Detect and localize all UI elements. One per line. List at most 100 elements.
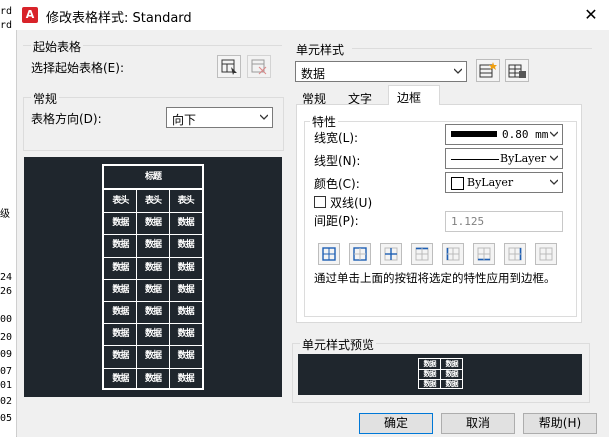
top-border-button[interactable] [411,243,433,265]
cell-preview-glyph: 数据 [445,359,459,368]
strip-text: 26 [0,286,13,297]
double-line-checkbox[interactable] [314,196,326,208]
new-cell-style-button[interactable] [476,59,500,82]
double-line-label: 双线(U) [330,196,373,210]
cancel-label: 取消 [465,416,490,430]
tab-borders-label: 边框 [397,91,422,105]
preview-data-cell: 数据 [144,373,162,384]
window-title: 修改表格样式: Standard [46,11,192,26]
chevron-down-icon [550,179,558,185]
preview-data-cell: 数据 [177,329,195,340]
right-border-icon [508,247,522,261]
preview-data-cell: 数据 [177,240,195,251]
preview-header-cell: 表头 [112,196,129,206]
title-bar[interactable]: A 修改表格样式: Standard ✕ [16,0,609,30]
preview-data-cell: 数据 [144,351,162,362]
cancel-button[interactable]: 取消 [441,413,515,434]
select-table-button[interactable] [217,55,241,78]
left-border-icon [446,247,460,261]
strip-text: 01 [0,380,13,391]
preview-data-cell: 数据 [112,240,129,251]
bottom-border-button[interactable] [473,243,495,265]
preview-header-cell: 表头 [177,196,195,206]
outside-borders-button[interactable] [349,243,371,265]
preview-data-cell: 数据 [144,329,162,340]
preview-table: 标题 表头 表头 表头 数据 数据 数据 数据 数据 数据 数据 数据 数据 数据 数据 数据 数据 数据 数据 数据… [102,164,204,390]
properties-heading: 特性 [310,113,339,130]
borders-tab-panel: 特性 线宽(L): 0.80 mm 线型(N): ByLayer 颜色(C): … [296,104,582,323]
remove-table-icon [251,59,267,75]
select-table-icon [221,59,237,75]
preview-data-cell: 数据 [177,351,195,362]
preview-data-cell: 数据 [144,240,162,251]
strip-text: rd [0,6,13,17]
no-border-icon [539,247,553,261]
linetype-label: 线型(N): [314,154,361,168]
lineweight-select[interactable]: 0.80 mm [445,124,563,145]
tab-borders[interactable]: 边框 [388,85,440,105]
color-select[interactable]: ByLayer [445,172,563,193]
chevron-down-icon [260,114,268,120]
cell-style-value: 数据 [301,67,326,81]
remove-table-button[interactable] [247,55,271,78]
strip-top: rd rd [0,0,16,31]
right-border-button[interactable] [504,243,526,265]
cell-style-select[interactable]: 数据 [295,61,467,82]
preview-col-divider [136,188,138,388]
general-heading: 常规 [31,90,60,107]
lineweight-label: 线宽(L): [314,131,359,145]
direction-select[interactable]: 向下 [166,107,273,128]
inside-borders-icon [384,247,398,261]
preview-data-cell: 数据 [112,329,129,340]
preview-header-cell: 表头 [144,196,162,206]
preview-data-cell: 数据 [177,218,195,229]
manage-cell-styles-button[interactable] [505,59,529,82]
strip-text: 07 [0,366,13,377]
preview-data-cell: 数据 [177,307,195,317]
all-borders-button[interactable] [318,243,340,265]
preview-data-cell: 数据 [144,218,162,229]
cell-style-divider [352,48,592,49]
cell-preview-glyph: 数据 [445,369,459,378]
ok-button[interactable]: 确定 [359,413,433,434]
ok-label: 确定 [383,416,408,430]
cell-style-preview: 数据 数据 数据 数据 数据 数据 [298,354,582,395]
preview-data-cell: 数据 [112,218,129,229]
no-border-button[interactable] [535,243,557,265]
preview-title-cell: 标题 [144,172,162,182]
bottom-border-icon [477,247,491,261]
help-button[interactable]: 帮助(H) [523,413,597,434]
cell-preview-heading: 单元样式预览 [300,336,377,353]
lineweight-value: 0.80 mm [502,128,549,141]
table-preview: 标题 表头 表头 表头 数据 数据 数据 数据 数据 数据 数据 数据 数据 数据 数据 数据 数据 数据 数据 数据… [24,157,282,397]
select-start-table-label: 选择起始表格(E): [31,61,124,75]
close-icon[interactable]: ✕ [576,2,606,28]
start-table-heading: 起始表格 [31,38,84,55]
inside-borders-button[interactable] [380,243,402,265]
cell-preview-glyph: 数据 [423,369,437,378]
left-border-button[interactable] [442,243,464,265]
help-label: 帮助(H) [538,416,582,430]
spacing-input[interactable]: 1.125 [445,211,563,232]
cell-preview-glyph: 数据 [423,379,437,388]
preview-data-cell: 数据 [112,373,129,384]
linetype-select[interactable]: ByLayer [445,148,563,169]
linetype-swatch [451,159,499,160]
strip-text: 级 [0,209,10,220]
chevron-down-icon [454,68,462,74]
linetype-value: ByLayer [500,152,547,165]
strip-text: 00 [0,314,13,325]
preview-data-cell: 数据 [144,262,162,273]
color-swatch [451,177,464,190]
border-hint: 通过单击上面的按钮将选定的特性应用到边框。 [314,271,556,285]
top-border-icon [415,247,429,261]
strip-text: 05 [0,413,13,424]
new-cell-style-icon [479,62,497,78]
direction-value: 向下 [172,113,197,127]
preview-data-cell: 数据 [177,284,195,295]
cell-preview-glyph: 数据 [423,359,437,368]
color-value: ByLayer [467,176,514,189]
all-borders-icon [322,247,336,261]
outside-borders-icon [353,247,367,261]
border-buttons-row [318,243,568,267]
